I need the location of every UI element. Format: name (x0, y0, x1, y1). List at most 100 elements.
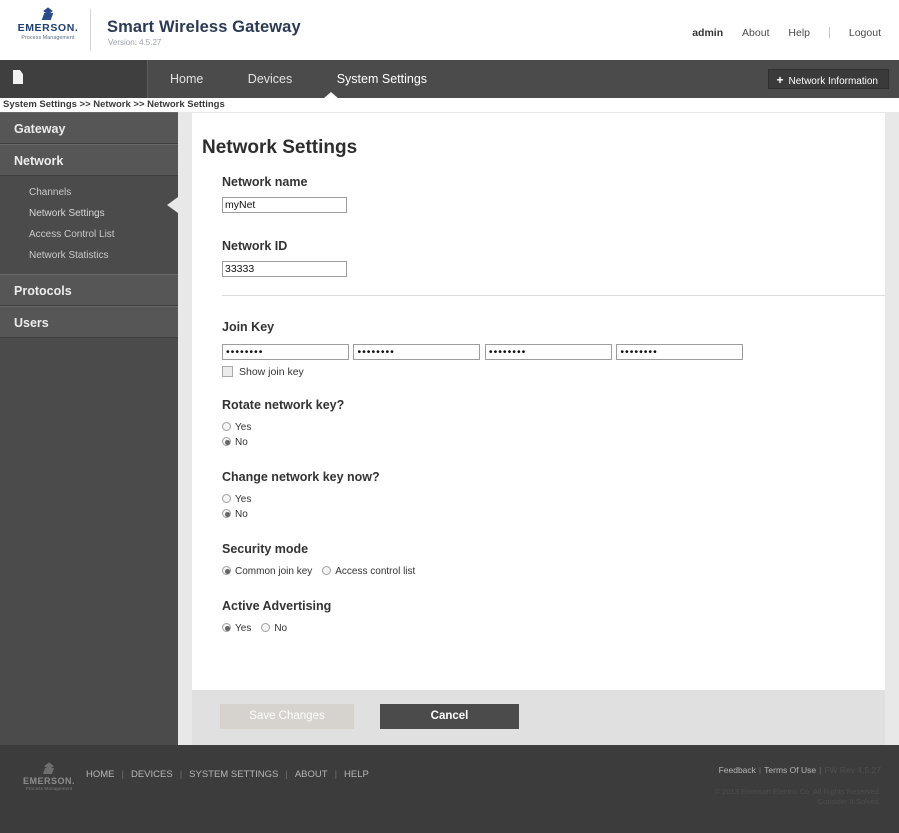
emerson-logo-name: EMERSON. (17, 22, 79, 34)
change-network-key-yes-radio[interactable] (222, 494, 231, 503)
rotate-network-key-yes-label: Yes (235, 422, 252, 433)
cancel-button[interactable]: Cancel (380, 704, 519, 729)
active-advertising-no-radio[interactable] (261, 623, 271, 632)
join-key-input-3[interactable] (484, 344, 612, 360)
nav-item-devices[interactable]: Devices (228, 60, 312, 98)
sidebar-group-protocols[interactable]: Protocols (0, 274, 178, 306)
footer-link-help[interactable]: HELP (344, 769, 369, 780)
footer-terms-link[interactable]: Terms Of Use (764, 765, 816, 775)
rotate-network-key-no-option[interactable]: No (222, 435, 882, 450)
footer-logo-subtitle: Process Management (25, 786, 73, 791)
footer-logo-name: EMERSON. (22, 776, 75, 786)
sidebar-item-network-statistics[interactable]: Network Statistics (0, 245, 178, 266)
active-advertising-group: Active Advertising Yes No (222, 599, 882, 636)
rotate-network-key-yes-radio[interactable] (222, 422, 231, 431)
change-network-key-yes-option[interactable]: Yes (222, 492, 882, 507)
active-advertising-yes-radio[interactable] (222, 623, 231, 632)
show-join-key-row[interactable]: Show join key (222, 366, 882, 378)
rotate-network-key-no-radio[interactable] (222, 437, 231, 446)
help-link[interactable]: Help (788, 27, 810, 39)
join-key-input-2[interactable] (353, 344, 481, 360)
footer-emerson-logo: EMERSON. Process Management (18, 762, 80, 791)
network-name-input[interactable] (222, 197, 347, 213)
nav-item-home[interactable]: Home (150, 60, 223, 98)
network-name-label: Network name (222, 175, 308, 189)
active-advertising-no-label: No (274, 623, 288, 634)
footer-separator: | (819, 765, 822, 775)
plus-icon: + (776, 73, 784, 87)
footer-link-home[interactable]: HOME (86, 769, 115, 780)
footer-copyright: © 2013 Emerson Electric Co. All Rights R… (715, 787, 881, 807)
footer-right-block: Feedback | Terms Of Use | FW Rev 4.5.27 © 20… (715, 765, 881, 807)
show-join-key-label: Show join key (239, 366, 304, 378)
sidebar-group-gateway[interactable]: Gateway (0, 112, 178, 144)
security-mode-group: Security mode Common join key Access cont… (222, 542, 882, 579)
page-footer: EMERSON. Process Management HOME | DEVICES… (0, 745, 899, 833)
body-area: Gateway Network Channels Network Setting… (0, 112, 899, 745)
join-key-input-4[interactable] (616, 344, 744, 360)
footer-copyright-line2: Consider It Solved. (817, 797, 881, 806)
current-user-label: admin (692, 27, 724, 39)
join-key-input-1[interactable] (222, 344, 349, 360)
security-mode-access-control-list-label: Access control list (335, 566, 416, 577)
emerson-logo: EMERSON. Process Management (12, 7, 84, 52)
active-advertising-label: Active Advertising (222, 599, 332, 613)
sidebar-item-network-settings[interactable]: Network Settings (0, 203, 178, 224)
footer-link-devices[interactable]: DEVICES (131, 769, 173, 780)
security-mode-access-control-list-option[interactable]: Access control list (322, 564, 415, 579)
active-advertising-yes-label: Yes (235, 623, 252, 634)
footer-meta-line: Feedback | Terms Of Use | FW Rev 4.5.27 (715, 765, 881, 775)
security-mode-label: Security mode (222, 542, 309, 556)
change-network-key-group: Change network key now? Yes No (222, 470, 882, 522)
header-links: admin About Help Logout (676, 27, 881, 39)
security-mode-common-join-key-label: Common join key (235, 566, 313, 577)
footer-link-system-settings[interactable]: SYSTEM SETTINGS (189, 769, 278, 780)
change-network-key-label: Change network key now? (222, 470, 380, 484)
footer-feedback-link[interactable]: Feedback (719, 765, 756, 775)
footer-separator: | (285, 769, 288, 780)
sidebar-item-access-control-list[interactable]: Access Control List (0, 224, 178, 245)
show-join-key-checkbox[interactable] (222, 366, 233, 377)
footer-links: HOME | DEVICES | SYSTEM SETTINGS | ABOUT | HELP (86, 769, 373, 780)
page-icon (13, 70, 23, 84)
sidebar: Gateway Network Channels Network Setting… (0, 112, 178, 745)
content-panel: Network Settings Network name Network ID… (192, 113, 885, 745)
network-information-button[interactable]: + Network Information (767, 69, 889, 89)
about-link[interactable]: About (742, 27, 769, 39)
footer-copyright-line1: © 2013 Emerson Electric Co. All Rights R… (714, 787, 881, 796)
footer-link-about[interactable]: ABOUT (295, 769, 328, 780)
page-title: Network Settings (202, 137, 358, 158)
sidebar-group-network[interactable]: Network (0, 144, 178, 176)
active-advertising-yes-option[interactable]: Yes (222, 621, 251, 636)
breadcrumb: System Settings >> Network >> Network Se… (0, 98, 899, 112)
network-id-label: Network ID (222, 239, 288, 253)
security-mode-common-join-key-radio[interactable] (222, 566, 231, 575)
security-mode-access-control-list-radio[interactable] (322, 566, 332, 575)
rotate-network-key-group: Rotate network key? Yes No (222, 398, 882, 450)
join-key-row (222, 342, 882, 360)
header-links-separator (828, 27, 830, 38)
logout-link[interactable]: Logout (849, 27, 881, 39)
join-key-label: Join Key (222, 320, 275, 334)
rotate-network-key-yes-option[interactable]: Yes (222, 420, 882, 435)
security-mode-common-join-key-option[interactable]: Common join key (222, 564, 312, 579)
active-advertising-no-option[interactable]: No (261, 621, 287, 636)
network-information-label: Network Information (788, 76, 878, 87)
footer-fw-rev: FW Rev 4.5.27 (824, 765, 881, 775)
network-id-input[interactable] (222, 261, 347, 277)
sidebar-group-users[interactable]: Users (0, 306, 178, 338)
sidebar-item-channels[interactable]: Channels (0, 182, 178, 203)
form-action-bar: Save Changes Cancel (192, 690, 885, 745)
save-changes-button[interactable]: Save Changes (220, 704, 354, 729)
app-title: Smart Wireless Gateway (107, 18, 301, 36)
rotate-network-key-no-label: No (235, 437, 248, 448)
change-network-key-no-radio[interactable] (222, 509, 231, 518)
footer-emerson-diamond-icon (42, 762, 56, 775)
change-network-key-no-option[interactable]: No (222, 507, 882, 522)
rotate-network-key-label: Rotate network key? (222, 398, 345, 412)
footer-separator: | (758, 765, 762, 775)
change-network-key-no-label: No (235, 509, 248, 520)
change-network-key-yes-label: Yes (235, 494, 252, 505)
app-version: Version: 4.5.27 (108, 38, 162, 47)
sidebar-subitems-network: Channels Network Settings Access Control… (0, 176, 178, 274)
